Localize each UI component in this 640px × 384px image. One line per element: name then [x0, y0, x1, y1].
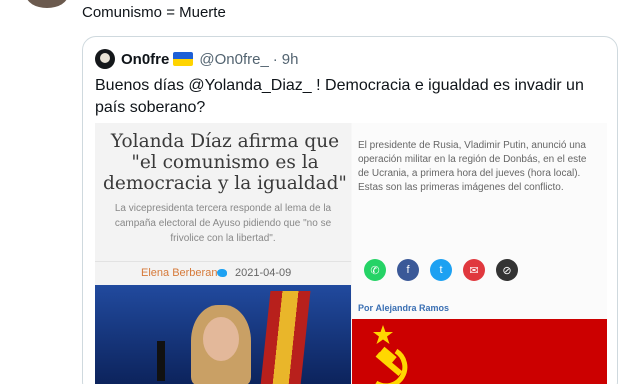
por-label: Por — [358, 303, 374, 313]
reply-text: Comunismo = Muerte — [82, 4, 226, 21]
quoted-tweet-media[interactable]: Yolanda Díaz afirma que "el comunismo es… — [95, 123, 607, 384]
twitter-icon: t — [430, 259, 452, 281]
microphone — [157, 341, 165, 381]
ukraine-flag-icon — [173, 52, 194, 66]
article-date: 2021-04-09 — [235, 267, 292, 279]
facebook-icon: f — [397, 259, 419, 281]
article-headline: Yolanda Díaz afirma que "el comunismo es… — [103, 131, 347, 194]
news-byline: Por Alejandra Ramos — [358, 303, 449, 313]
reply-author-avatar[interactable] — [26, 0, 68, 8]
quoted-author-name[interactable]: On0fre — [121, 51, 169, 68]
article-subhead: La vicepresidenta tercera responde al le… — [114, 203, 332, 244]
news-screenshot-left: Yolanda Díaz afirma que "el comunismo es… — [95, 123, 351, 384]
news-author: Alejandra Ramos — [375, 303, 450, 313]
quoted-tweet-header: On0fre @On0fre_ · 9h — [95, 49, 298, 69]
quoted-tweet-time[interactable]: 9h — [282, 51, 299, 68]
quoted-author-avatar[interactable] — [95, 49, 115, 69]
separator-dot: · — [272, 50, 278, 68]
email-icon: ✉ — [463, 259, 485, 281]
quoted-tweet-card[interactable]: On0fre @On0fre_ · 9h Buenos días @Yoland… — [82, 36, 618, 384]
whatsapp-icon: ✆ — [364, 259, 386, 281]
putin-news-text: El presidente de Rusia, Vladimir Putin, … — [358, 140, 587, 193]
soviet-flag — [352, 319, 607, 384]
quoted-author-handle[interactable]: @On0fre_ — [199, 51, 268, 68]
news-screenshot-right: El presidente de Rusia, Vladimir Putin, … — [352, 123, 607, 384]
article-byline: Elena Berberana 2021-04-09 — [95, 261, 351, 283]
yolanda-photo — [95, 285, 351, 384]
article-author: Elena Berberana — [141, 267, 224, 279]
twitter-bird-icon — [217, 269, 227, 277]
link-icon: ⊘ — [496, 259, 518, 281]
share-buttons: ✆ f t ✉ ⊘ — [364, 259, 518, 281]
hammer-sickle-icon — [373, 325, 408, 384]
quoted-tweet-text: Buenos días @Yolanda_Diaz_ ! Democracia … — [95, 77, 584, 116]
